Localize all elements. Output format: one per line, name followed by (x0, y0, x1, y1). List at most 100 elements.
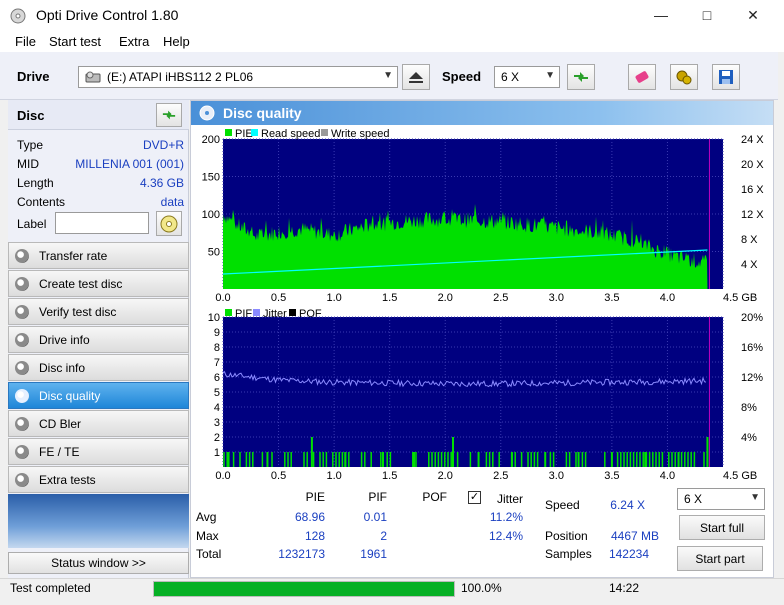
samples-label: Samples (545, 547, 592, 561)
drive-select-value: (E:) ATAPI iHBS112 2 PL06 (107, 70, 254, 84)
status-window-button[interactable]: Status window >> (8, 552, 189, 574)
progress-percent: 100.0% (461, 581, 502, 595)
legend-swatch (289, 309, 296, 316)
test-speed-select[interactable]: 6 X ▼ (677, 488, 765, 510)
nav-cd-bler[interactable]: CD Bler (8, 410, 189, 437)
nav-drive-info[interactable]: Drive info (8, 326, 189, 353)
eraser-icon (635, 71, 649, 83)
total-pif: 1961 (360, 547, 387, 561)
speed-select-value: 6 X (501, 70, 520, 84)
y-tick-label: 9 (214, 327, 220, 339)
speed-result-value: 6.24 X (610, 498, 645, 512)
nav-verify-test-disc[interactable]: Verify test disc (8, 298, 189, 325)
minimize-button[interactable]: — (638, 0, 684, 30)
samples-value: 142234 (608, 547, 649, 561)
legend-swatch (225, 309, 232, 316)
menu-help[interactable]: Help (163, 34, 190, 49)
x-tick-label: 4.5 GB (723, 470, 757, 482)
nav-label: Transfer rate (39, 248, 108, 263)
y-tick-label: 100 (202, 209, 220, 221)
start-full-button[interactable]: Start full (679, 515, 765, 540)
drive-select[interactable]: (E:) ATAPI iHBS112 2 PL06 ▼ (78, 66, 398, 88)
disc-icon (15, 472, 29, 487)
erase-button[interactable] (628, 64, 656, 90)
start-part-button[interactable]: Start part (677, 546, 763, 571)
status-text: Test completed (10, 581, 91, 595)
x-tick-label: 0.5 (271, 292, 286, 304)
nav-disc-info[interactable]: Disc info (8, 354, 189, 381)
x-tick-label: 4.0 (660, 292, 675, 304)
close-button[interactable]: ✕ (730, 0, 776, 30)
disc-length-value: 4.36 GB (139, 176, 184, 190)
disc-label-button[interactable] (156, 211, 182, 236)
avg-jitter: 11.2% (489, 510, 523, 524)
eject-button[interactable] (402, 64, 430, 90)
nav-disc-quality[interactable]: Disc quality (8, 382, 189, 409)
gear-icon (676, 70, 692, 85)
save-button[interactable] (712, 64, 740, 90)
y2-tick-label: 24 X (741, 134, 764, 146)
speed-select[interactable]: 6 X ▼ (494, 66, 560, 88)
nav-label: Verify test disc (39, 304, 117, 319)
disc-label-label: Label (17, 217, 47, 231)
position-label: Position (545, 529, 588, 543)
col-pof-header: POF (422, 490, 447, 504)
main-panel: Disc quality PIE Read speed Write speed 0.0… (190, 100, 774, 578)
y-tick-label: 7 (214, 357, 220, 369)
legend-label: Write speed (331, 128, 390, 140)
nav-transfer-rate[interactable]: Transfer rate (8, 242, 189, 269)
disc-icon (15, 416, 29, 431)
x-tick-label: 0.0 (215, 292, 230, 304)
refresh-arrows-icon (574, 72, 588, 82)
refresh-speeds-button[interactable] (567, 64, 595, 90)
col-pif-header: PIF (368, 490, 387, 504)
disc-refresh-button[interactable] (156, 103, 182, 127)
nav-fe-te[interactable]: FE / TE (8, 438, 189, 465)
y-tick-label: 200 (202, 134, 220, 146)
y-tick-label: 50 (208, 247, 220, 259)
disc-icon (15, 444, 29, 459)
panel-header: Disc quality (191, 101, 773, 125)
nav-extra-tests[interactable]: Extra tests (8, 466, 189, 493)
max-pie: 128 (304, 529, 325, 543)
disc-title: Disc (17, 108, 45, 123)
settings-button[interactable] (670, 64, 698, 90)
legend-swatch (321, 129, 328, 136)
x-tick-label: 3.5 (604, 470, 619, 482)
legend-swatch (251, 129, 258, 136)
disc-label-input[interactable] (55, 212, 149, 234)
total-pie: 1232173 (278, 547, 325, 561)
disc-quality-icon (199, 105, 215, 121)
disc-type-value: DVD+R (142, 138, 184, 152)
refresh-arrows-icon (162, 110, 176, 120)
legend-swatch (225, 129, 232, 136)
menu-extra[interactable]: Extra (119, 34, 149, 49)
legend-swatch (253, 309, 260, 316)
y-tick-label: 150 (202, 172, 220, 184)
menu-file[interactable]: File (15, 34, 36, 49)
nav-gradient-filler (8, 494, 189, 548)
y2-tick-label: 16 X (741, 184, 764, 196)
menu-start-test[interactable]: Start test (49, 34, 101, 49)
drive-icon (85, 71, 101, 83)
maximize-button[interactable]: □ (684, 0, 730, 30)
disc-icon (15, 388, 29, 403)
toolbar: Drive (E:) ATAPI iHBS112 2 PL06 ▼ Speed … (0, 52, 778, 100)
progress-fill (154, 582, 454, 596)
x-tick-label: 4.5 GB (723, 292, 757, 304)
progress-bar (153, 581, 455, 597)
x-tick-label: 3.0 (549, 292, 564, 304)
x-tick-label: 0.0 (215, 470, 230, 482)
position-value: 4467 MB (610, 529, 659, 543)
legend-label: Read speed (261, 128, 320, 140)
nav-create-test-disc[interactable]: Create test disc (8, 270, 189, 297)
disc-icon (15, 276, 29, 291)
eject-icon (409, 72, 423, 83)
app-icon (10, 8, 26, 24)
disc-icon (15, 332, 29, 347)
x-tick-label: 3.0 (549, 470, 564, 482)
title-bar: Opti Drive Control 1.80 — □ ✕ (0, 0, 784, 32)
x-tick-label: 1.0 (326, 292, 341, 304)
x-tick-label: 2.5 (493, 470, 508, 482)
y-tick-label: 2 (214, 432, 220, 444)
